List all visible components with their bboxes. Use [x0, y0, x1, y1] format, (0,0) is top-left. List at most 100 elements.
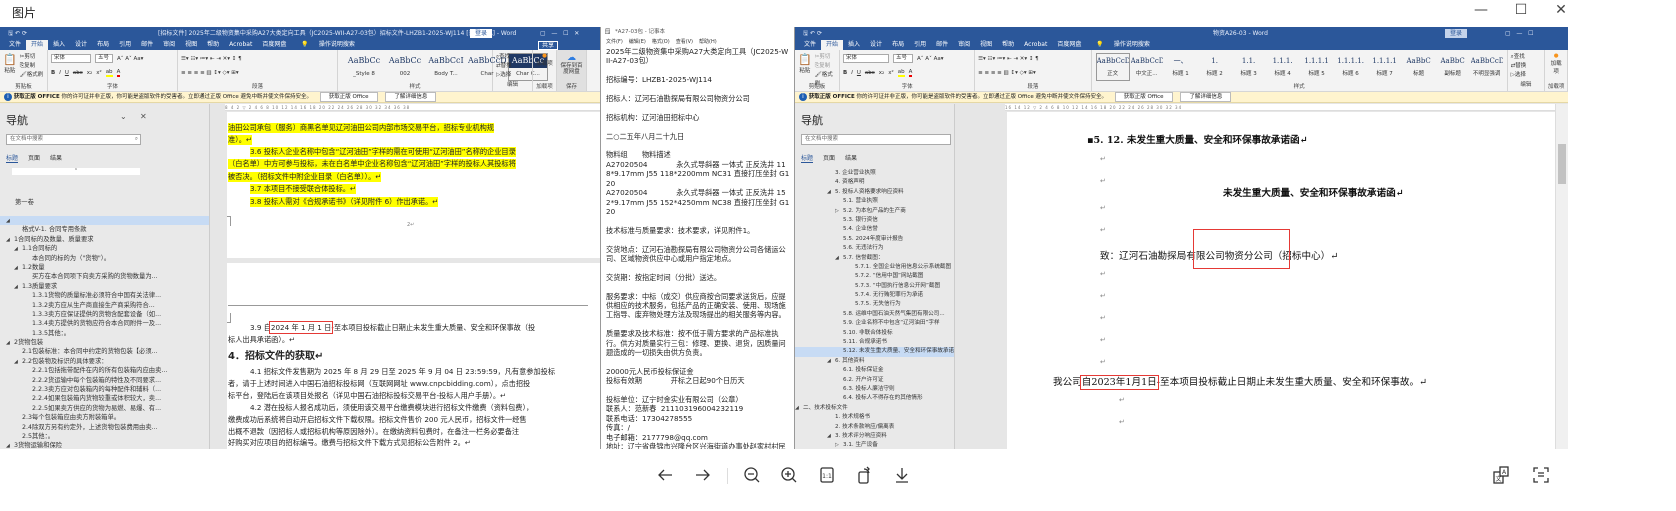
select-button[interactable]: ▷选择: [1511, 71, 1542, 80]
nav-tab-pages[interactable]: 页面: [823, 153, 835, 163]
nav-item[interactable]: 5.11. 合规承诺书: [795, 338, 954, 347]
align-buttons[interactable]: ≡ ≡ ≡ ≡ ▥ ↕▾ ◇▾ ⊞▾: [181, 67, 334, 78]
find-button[interactable]: ⌕查找: [1511, 53, 1542, 62]
nav-item[interactable]: 2. 技术条款响应/偏离表: [795, 423, 954, 432]
tab-references[interactable]: 引用: [909, 40, 931, 50]
nav-item[interactable]: 5.5. 2024年度审计报告: [795, 235, 954, 244]
zoom-in-button[interactable]: [777, 463, 801, 487]
superscript-button[interactable]: x²: [888, 70, 893, 76]
nav-item[interactable]: 5.7.3. “中国执行信息公开网”截图: [795, 282, 954, 291]
nav-item[interactable]: 2.2.1包括拖带配件在内的所有包装箱内应由卖...: [0, 366, 209, 375]
nav-tab-headings[interactable]: 标题: [801, 153, 814, 163]
tab-file[interactable]: 文件: [799, 40, 821, 50]
addins-button[interactable]: 加载项: [536, 59, 553, 67]
nav-item[interactable]: ◢ 1.3质量要求: [0, 282, 209, 291]
nav-item[interactable]: ◢ 5. 投标人资格要求响应资料: [795, 188, 954, 197]
nav-item[interactable]: 1.3.4卖方提供的货物应符合本合同附件一及...: [0, 319, 209, 328]
nav-collapse-bar[interactable]: ⌃: [12, 168, 140, 175]
nav-item[interactable]: 1.3.5其他：。: [0, 329, 209, 338]
list-buttons[interactable]: ☰▾ ☷▾ ≔▾ ⇤ ⇥ ✕▾ ↕ ¶: [181, 53, 334, 64]
style-item[interactable]: AaBbCc _Style 8: [344, 53, 384, 81]
learn-more-button[interactable]: 了解详细信息: [385, 92, 437, 102]
expanded-triangle-icon[interactable]: ◢: [14, 358, 22, 366]
notepad-text-area[interactable]: 2025年二级物资集中采购A27大类定向工具（JC2025-WII-A27-03…: [601, 47, 794, 449]
strike-button[interactable]: abc: [73, 70, 83, 76]
font-size-buttons[interactable]: A˄ A˅ Aa▾: [917, 56, 943, 62]
nav-item[interactable]: 5.3. 银行资信: [795, 216, 954, 225]
extract-text-button[interactable]: [1529, 463, 1553, 487]
nav-item[interactable]: 2.4除双方另有约定外，上述货物包装费用由卖...: [0, 423, 209, 432]
font-color-button[interactable]: A: [116, 69, 121, 77]
nav-item[interactable]: 1.3.2卖方应从生产商直接生产商采购符合...: [0, 301, 209, 310]
nav-item[interactable]: 5.7.5. 无失信行为: [795, 300, 954, 309]
nav-item[interactable]: 3. 企业营业执照: [795, 169, 954, 178]
share-button[interactable]: 共享: [538, 41, 559, 50]
format-painter-button[interactable]: 🖌格式刷: [20, 71, 44, 80]
nav-item[interactable]: 1.3.1货物的质量标准必须符合中国有关法律...: [0, 291, 209, 300]
nav-item[interactable]: 2.2.4如果包装箱内货物较重或体积较大，卖...: [0, 394, 209, 403]
style-item[interactable]: 1.1. 标题 3: [1232, 53, 1266, 81]
tab-help[interactable]: 帮助: [997, 40, 1019, 50]
zoom-out-button[interactable]: [740, 463, 764, 487]
maximize-button[interactable]: ☐: [1506, 0, 1536, 20]
expanded-triangle-icon[interactable]: ◢: [6, 217, 14, 225]
font-name-select[interactable]: 宋体: [51, 54, 91, 63]
right-word-window-controls[interactable]: ▢ — ☐: [1505, 27, 1534, 40]
previous-button[interactable]: [653, 463, 677, 487]
nav-item[interactable]: 5.4. 企业信誉: [795, 225, 954, 234]
style-item[interactable]: AaBbCcD 不明显强调: [1470, 53, 1504, 81]
expanded-triangle-icon[interactable]: ◢: [6, 236, 14, 244]
tab-baidu[interactable]: 百度网盘: [1052, 40, 1086, 50]
left-word-window-controls[interactable]: ▢ — ☐ ✕: [540, 27, 579, 40]
actual-size-button[interactable]: 1:1: [815, 463, 839, 487]
nav-item[interactable]: 本合同的标的为（"货物"）。: [0, 254, 209, 263]
nav-chapter[interactable]: 第一卷: [15, 197, 209, 206]
addins-button[interactable]: 加载项: [1548, 59, 1564, 75]
style-item[interactable]: 1.1.1.1. 标题 6: [1334, 53, 1368, 81]
bold-button[interactable]: B: [51, 70, 55, 76]
font-size-buttons[interactable]: A˄ A˅ Aa▾: [117, 56, 143, 62]
nav-item[interactable]: 5.7.4. 无行贿犯罪行为承诺: [795, 291, 954, 300]
expanded-triangle-icon[interactable]: ◢: [835, 254, 843, 263]
nav-item[interactable]: ◢ 2货物包装: [0, 338, 209, 347]
font-size-select[interactable]: 五号: [95, 54, 113, 63]
copy-button[interactable]: ⎘复制: [815, 62, 836, 71]
nav-close-icon[interactable]: ✕: [140, 112, 147, 121]
collapsed-triangle-icon[interactable]: ▷: [835, 441, 843, 449]
tab-baidu[interactable]: 百度网盘: [257, 40, 291, 50]
nav-item[interactable]: ◢ 1.2数量: [0, 263, 209, 272]
expanded-triangle-icon[interactable]: ◢: [795, 404, 803, 413]
highlight-color-button[interactable]: ab: [105, 69, 113, 77]
nav-item[interactable]: 买方在本合同项下向卖方采购的货物数量为...: [0, 272, 209, 281]
italic-button[interactable]: I: [59, 70, 61, 76]
tab-home[interactable]: 开始: [26, 40, 49, 50]
replace-button[interactable]: ⇄替换: [496, 62, 529, 71]
nav-item[interactable]: 6.2. 开户许可证: [795, 376, 954, 385]
expanded-triangle-icon[interactable]: ◢: [827, 357, 835, 366]
tab-acrobat[interactable]: Acrobat: [1019, 40, 1052, 50]
get-genuine-button[interactable]: 获取正版 Office: [1114, 92, 1173, 102]
style-item[interactable]: AaBbCcDdI 正文: [1095, 53, 1130, 81]
underline-button[interactable]: U: [65, 70, 69, 76]
nav-item[interactable]: ◢ 5.7. 信誉截图：: [795, 254, 954, 263]
tab-view[interactable]: 视图: [975, 40, 997, 50]
tab-help[interactable]: 帮助: [202, 40, 224, 50]
tab-references[interactable]: 引用: [114, 40, 136, 50]
list-buttons[interactable]: ☰▾ ☷▾ ≔▾ ⇤ ⇥ ✕▾ ↕ ¶: [978, 53, 1088, 64]
find-button[interactable]: ⌕查找: [496, 53, 529, 62]
italic-button[interactable]: I: [851, 70, 853, 76]
tab-design[interactable]: 设计: [70, 40, 92, 50]
nav-item[interactable]: 5.1. 营业执照: [795, 197, 954, 206]
nav-item[interactable]: ◢ 6. 其他资料: [795, 357, 954, 366]
cut-button[interactable]: ✂剪切: [815, 53, 836, 62]
login-button[interactable]: 登录: [1445, 29, 1468, 38]
style-item[interactable]: 1. 标题 2: [1198, 53, 1232, 81]
style-item[interactable]: AaBbCcI Body T...: [426, 53, 466, 81]
menu-format[interactable]: 格式(O): [652, 38, 670, 47]
cut-button[interactable]: ✂剪切: [20, 53, 44, 62]
nav-item[interactable]: ◢: [0, 216, 209, 226]
download-button[interactable]: [890, 463, 914, 487]
tab-design[interactable]: 设计: [865, 40, 887, 50]
font-name-select[interactable]: 宋体: [843, 54, 890, 63]
vertical-scrollbar[interactable]: [1555, 104, 1568, 449]
